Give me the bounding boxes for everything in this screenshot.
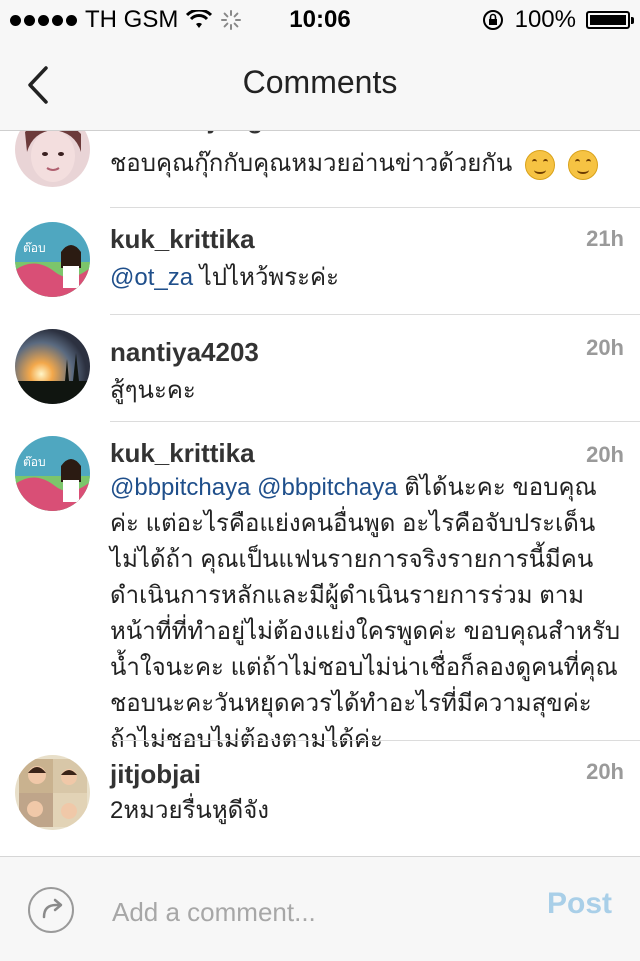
- reply-button[interactable]: [28, 887, 74, 933]
- avatar[interactable]: [15, 755, 90, 830]
- avatar[interactable]: ต๊อบ: [15, 436, 90, 511]
- comment-item: ต๊อบ kuk_krittika 20h @bbpitchaya @bbpit…: [0, 422, 640, 753]
- navigation-bar: Comments: [0, 40, 640, 131]
- comment-text: สู้ๆนะคะ: [110, 373, 622, 409]
- comment-composer: Post: [0, 856, 640, 961]
- page-title: Comments: [242, 64, 398, 100]
- comment-item: nestko_jung 21h ชอบคุณกุ๊กกับคุณหมวยอ่าน…: [0, 130, 640, 210]
- mention-link[interactable]: @ot_za: [110, 264, 193, 291]
- status-time: 10:06: [289, 6, 351, 33]
- svg-text:ต๊อบ: ต๊อบ: [23, 455, 46, 469]
- avatar[interactable]: ต๊อบ: [15, 222, 90, 297]
- carrier-label: TH GSM: [85, 6, 179, 33]
- smiling-face-emoji: [524, 149, 555, 180]
- comment-text: @bbpitchaya @bbpitchaya ติได้นะคะ ขอบคุณ…: [110, 470, 622, 758]
- comment-username[interactable]: kuk_krittika: [110, 224, 255, 255]
- battery-icon: [586, 11, 634, 29]
- avatar[interactable]: [15, 130, 90, 187]
- comment-username[interactable]: nantiya4203: [110, 337, 259, 368]
- comment-input[interactable]: [110, 887, 514, 937]
- comment-list[interactable]: nestko_jung 21h ชอบคุณกุ๊กกับคุณหมวยอ่าน…: [0, 130, 640, 855]
- activity-spinner-icon: [221, 10, 242, 30]
- comment-item: jitjobjai 20h 2หมวยรื่นหูดีจัง: [0, 741, 640, 848]
- comment-timestamp: 21h: [586, 226, 624, 251]
- comment-body: ไปไหว้พระค่ะ: [193, 264, 339, 291]
- comment-item: nantiya4203 20h สู้ๆนะคะ: [0, 315, 640, 422]
- comment-username[interactable]: jitjobjai: [110, 759, 201, 790]
- comment-text: 2หมวยรื่นหูดีจัง: [110, 793, 622, 829]
- comment-text: ชอบคุณกุ๊กกับคุณหมวยอ่านข่าวด้วยกัน: [110, 146, 622, 182]
- post-button[interactable]: Post: [547, 887, 612, 921]
- mention-link[interactable]: @bbpitchaya @bbpitchaya: [110, 474, 398, 501]
- comment-username[interactable]: kuk_krittika: [110, 438, 255, 469]
- svg-text:ต๊อบ: ต๊อบ: [23, 241, 46, 255]
- comment-text: @ot_za ไปไหว้พระค่ะ: [110, 260, 622, 296]
- wifi-icon: [186, 10, 213, 28]
- reply-arrow-icon: [42, 898, 63, 919]
- battery-percent: 100%: [514, 6, 576, 33]
- avatar[interactable]: [15, 329, 90, 404]
- signal-dots-icon: [10, 14, 77, 26]
- comment-body: สู้ๆนะคะ: [110, 377, 196, 404]
- comment-body: ชอบคุณกุ๊กกับคุณหมวยอ่านข่าวด้วยกัน: [110, 150, 513, 177]
- comment-item: ต๊อบ kuk_krittika 21h @ot_za ไปไหว้พระค่…: [0, 208, 640, 315]
- status-bar: TH GSM 10:06 100%: [0, 0, 640, 40]
- comment-timestamp: 20h: [586, 335, 624, 360]
- comment-body: ติได้นะคะ ขอบคุณค่ะ แต่อะไรคือแย่งคนอื่น…: [110, 474, 621, 753]
- smiling-face-emoji: [567, 149, 598, 180]
- rotation-lock-icon: [482, 10, 503, 30]
- comment-body: 2หมวยรื่นหูดีจัง: [110, 797, 270, 824]
- comment-timestamp: 20h: [586, 759, 624, 784]
- comment-timestamp: 20h: [586, 442, 624, 467]
